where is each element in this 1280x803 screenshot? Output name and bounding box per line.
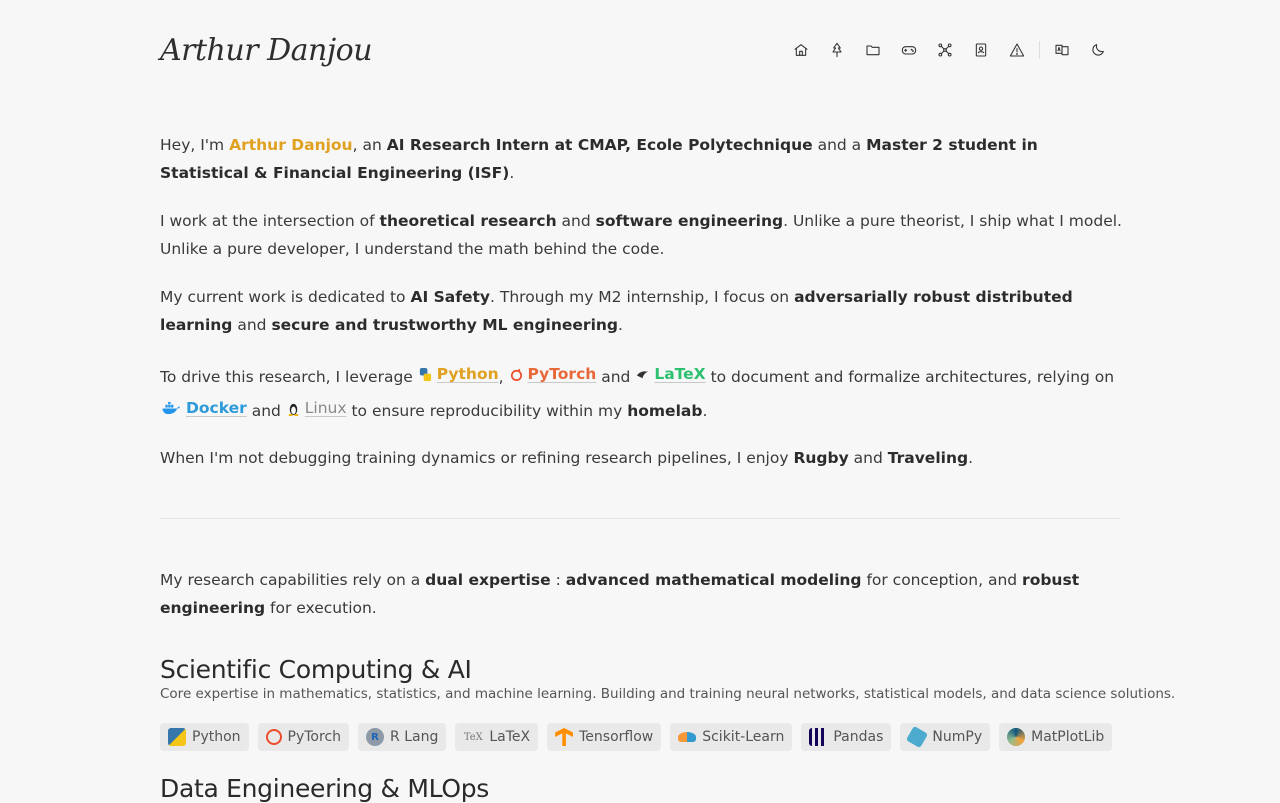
docker-icon bbox=[162, 401, 180, 415]
tag-tensorflow[interactable]: Tensorflow bbox=[547, 723, 662, 751]
network-icon[interactable] bbox=[927, 32, 963, 68]
folder-icon[interactable] bbox=[855, 32, 891, 68]
latex-link[interactable]: LaTeX bbox=[635, 359, 706, 390]
contact-book-icon[interactable] bbox=[963, 32, 999, 68]
pytorch-icon bbox=[265, 729, 282, 745]
tag-matplotlib[interactable]: MatPlotLib bbox=[999, 723, 1113, 751]
docker-link[interactable]: Docker bbox=[160, 393, 247, 424]
tag-r-lang[interactable]: RR Lang bbox=[358, 723, 447, 751]
tag-pandas[interactable]: Pandas bbox=[801, 723, 892, 751]
python-icon bbox=[168, 728, 186, 746]
intro-paragraph-4: To drive this research, I leverage Pytho… bbox=[160, 359, 1125, 427]
intro-paragraph-1: Hey, I'm Arthur Danjou, an AI Research I… bbox=[160, 136, 1038, 182]
tree-icon[interactable] bbox=[819, 32, 855, 68]
moon-icon[interactable] bbox=[1080, 32, 1116, 68]
pytorch-link[interactable]: PyTorch bbox=[509, 359, 596, 390]
nav-divider bbox=[1039, 41, 1040, 59]
gamepad-icon[interactable] bbox=[891, 32, 927, 68]
pytorch-icon bbox=[510, 368, 522, 381]
site-logo[interactable]: Arthur Danjou bbox=[160, 33, 373, 68]
translate-icon[interactable] bbox=[1044, 32, 1080, 68]
linux-icon bbox=[288, 403, 298, 416]
latex-icon bbox=[637, 371, 649, 379]
tag-numpy[interactable]: NumPy bbox=[900, 723, 991, 751]
numpy-icon bbox=[906, 725, 929, 749]
scikit-learn-icon bbox=[678, 732, 697, 742]
intro-paragraph-5: When I'm not debugging training dynamics… bbox=[160, 449, 974, 467]
tag-pytorch[interactable]: PyTorch bbox=[257, 723, 350, 751]
skill-tags: Python PyTorch RR Lang TeX LaTeX Tensorfl… bbox=[160, 723, 1113, 751]
tensorflow-icon bbox=[555, 728, 574, 746]
matplotlib-icon bbox=[1007, 728, 1026, 746]
author-name: Arthur Danjou bbox=[229, 136, 353, 154]
site-header: Arthur Danjou bbox=[160, 28, 1120, 72]
section-description-scientific: Core expertise in mathematics, statistic… bbox=[160, 686, 1176, 702]
tag-latex[interactable]: TeX LaTeX bbox=[455, 723, 539, 751]
r-lang-icon: R bbox=[366, 728, 385, 746]
python-link[interactable]: Python bbox=[418, 359, 499, 390]
expertise-section: My research capabilities rely on a dual … bbox=[160, 566, 1125, 622]
section-title-scientific: Scientific Computing & AI bbox=[160, 655, 472, 684]
warning-icon[interactable] bbox=[999, 32, 1035, 68]
tag-python[interactable]: Python bbox=[160, 723, 249, 751]
section-divider bbox=[160, 518, 1120, 519]
home-icon[interactable] bbox=[783, 32, 819, 68]
tag-scikit-learn[interactable]: Scikit-Learn bbox=[670, 723, 793, 751]
section-title-data-engineering: Data Engineering & MLOps bbox=[160, 774, 490, 803]
linux-link[interactable]: Linux bbox=[286, 393, 347, 424]
intro-paragraph-2: I work at the intersection of theoretica… bbox=[160, 212, 1122, 258]
pandas-icon bbox=[809, 728, 828, 746]
python-icon bbox=[419, 367, 431, 382]
latex-icon: TeX bbox=[463, 731, 483, 743]
main-nav bbox=[783, 32, 1116, 68]
intro-paragraph-3: My current work is dedicated to AI Safet… bbox=[160, 288, 1073, 334]
intro-section: Hey, I'm Arthur Danjou, an AI Research I… bbox=[160, 131, 1125, 492]
expertise-paragraph: My research capabilities rely on a dual … bbox=[160, 571, 1080, 617]
